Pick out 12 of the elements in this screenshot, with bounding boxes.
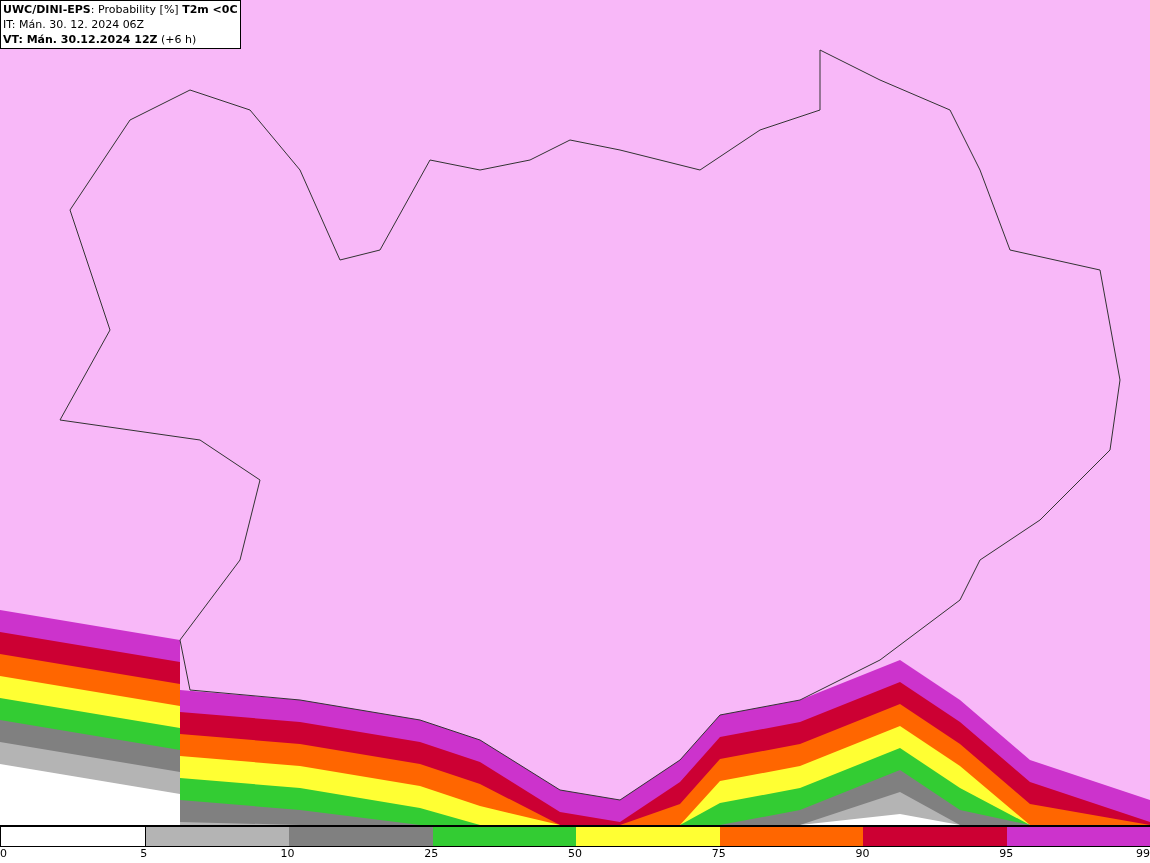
legend-tick-label: 25 bbox=[424, 847, 439, 862]
title-line: IT: Mán. 30. 12. 2024 06Z bbox=[3, 17, 146, 32]
legend-tick-label: 90 bbox=[855, 847, 870, 862]
legend-tick-label: 0 bbox=[0, 847, 7, 862]
legend-tick-label: 95 bbox=[999, 847, 1014, 862]
legend-tick-label: 50 bbox=[568, 847, 582, 862]
title-line: UWC/DINI-EPS: Probability [%] T2m <0C bbox=[3, 2, 238, 17]
legend-tick-label: 99 bbox=[1136, 847, 1150, 862]
legend-tick-label: 75 bbox=[711, 847, 726, 862]
legend-tick-label: 10 bbox=[280, 847, 295, 862]
legend-tick-label: 5 bbox=[140, 847, 148, 862]
title-line: VT: Mán. 30.12.2024 12Z (+6 h) bbox=[3, 32, 198, 47]
